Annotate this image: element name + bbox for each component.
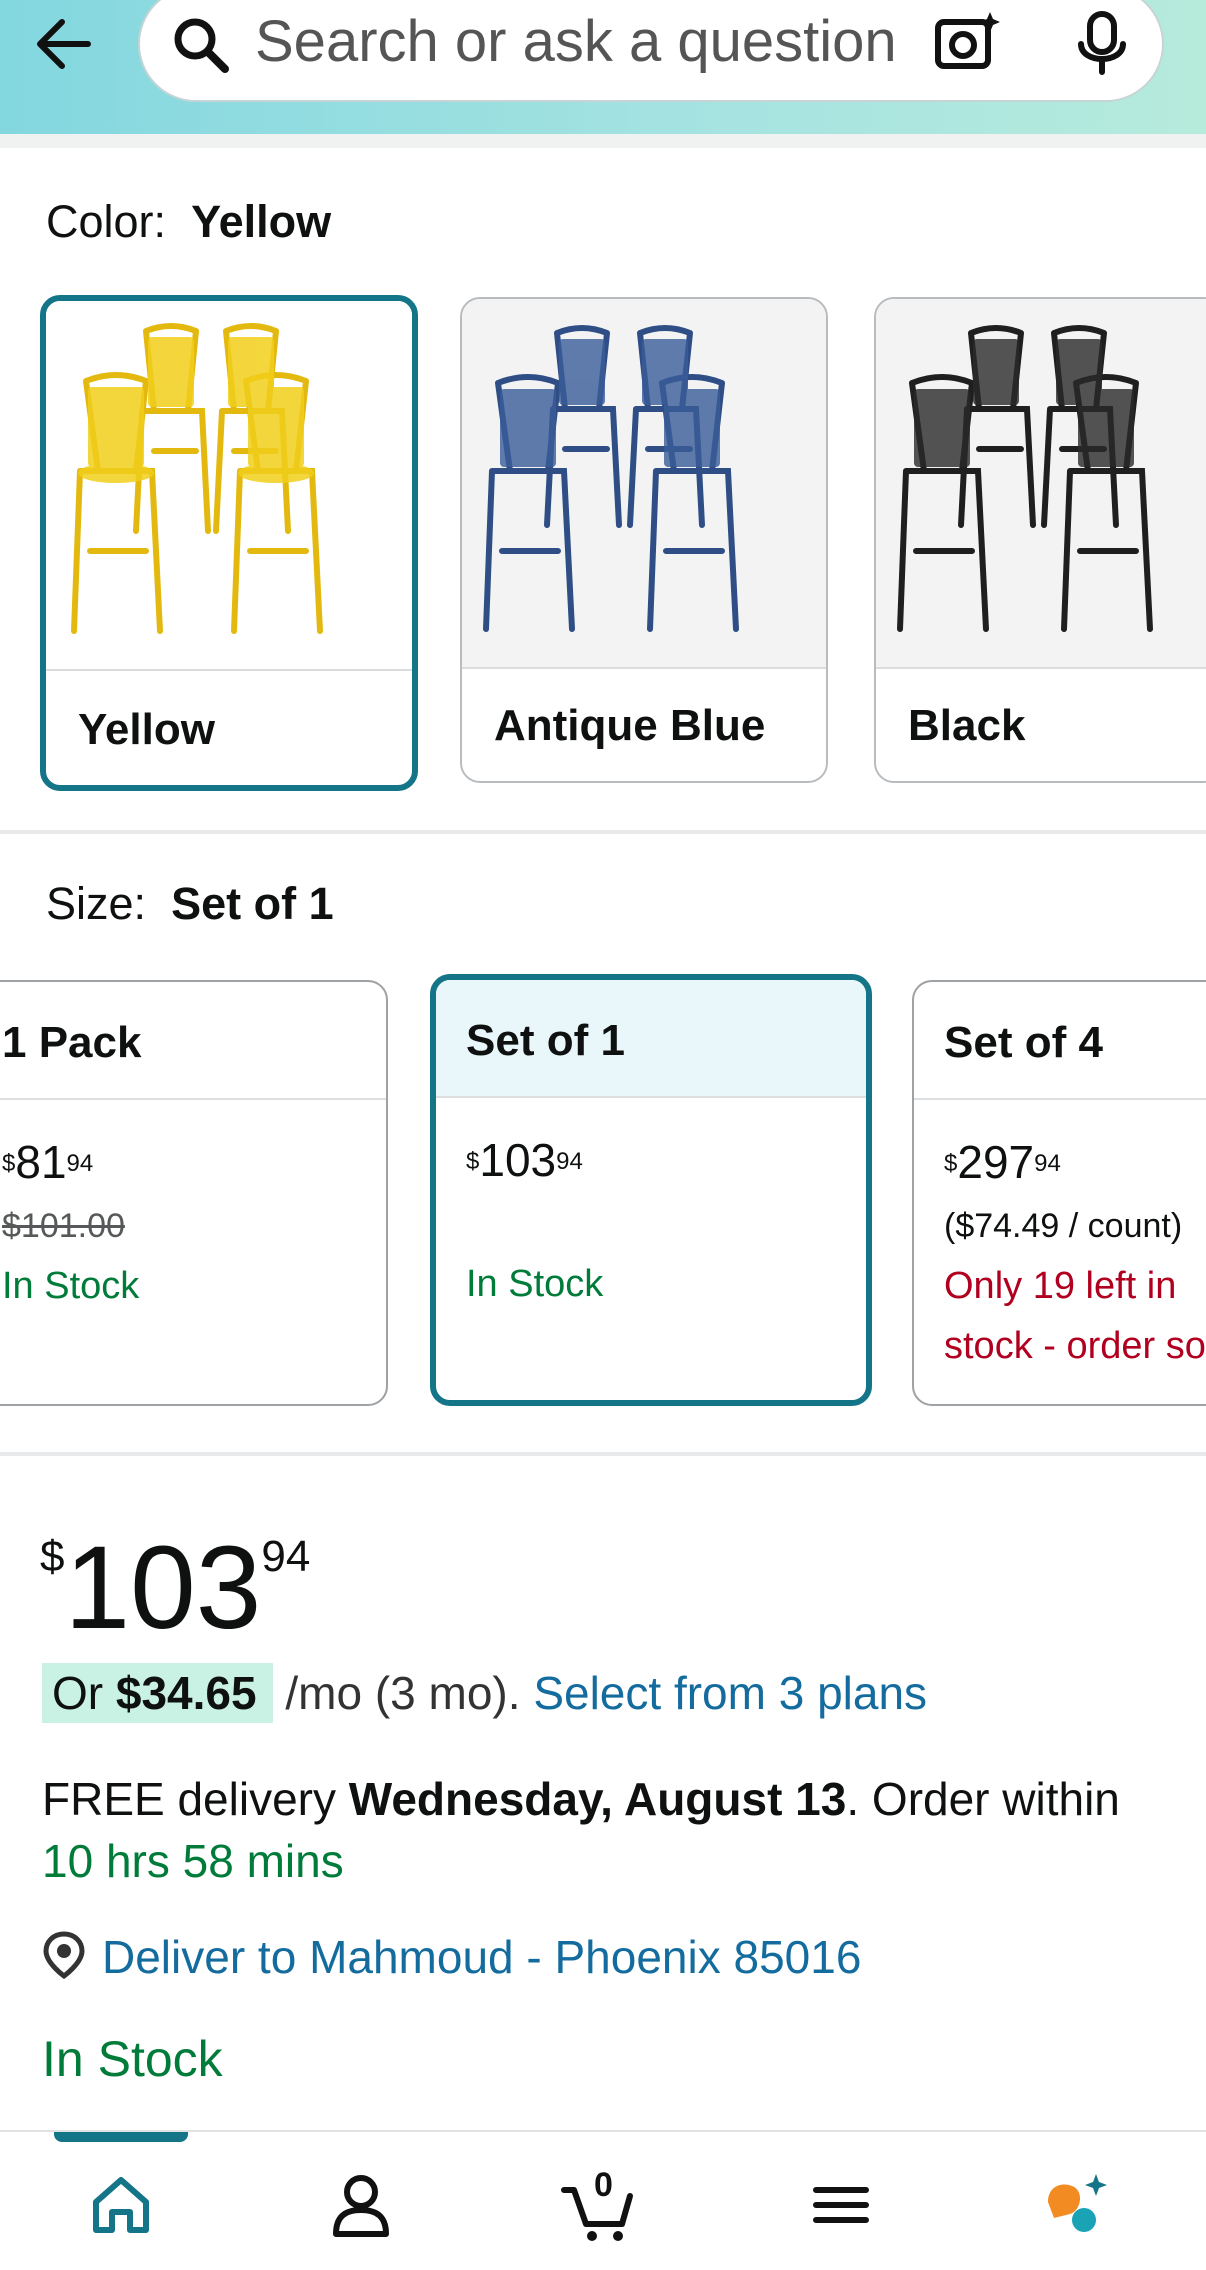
size-option-name: Set of 1	[436, 980, 866, 1098]
rufus-ai-icon[interactable]	[1036, 2160, 1126, 2250]
size-option-per-count: ($74.49 / count)	[944, 1207, 1183, 1245]
color-label-text: Color:	[46, 196, 167, 247]
antique-blue-chairs-image	[462, 299, 826, 669]
color-label: Color: Yellow	[46, 196, 331, 248]
select-plans-link[interactable]: Select from 3 plans	[533, 1667, 927, 1719]
black-chairs-image	[876, 299, 1206, 669]
size-option-price: $10394	[466, 1134, 583, 1186]
main-price: $10394	[40, 1520, 310, 1656]
delivery-order-within: . Order within	[846, 1773, 1120, 1825]
color-option-label: Black	[908, 701, 1026, 750]
delivery-date: Wednesday, August 13	[348, 1773, 847, 1825]
size-option-price: $8194	[2, 1136, 94, 1188]
color-selected-value: Yellow	[191, 196, 332, 247]
size-label-text: Size:	[46, 878, 147, 929]
location-pin-icon	[42, 1931, 86, 1990]
monthly-payment: Or $34.65 /mo (3 mo). Select from 3 plan…	[42, 1663, 927, 1723]
menu-icon[interactable]	[796, 2160, 886, 2250]
delivery-free: FREE delivery	[42, 1773, 336, 1825]
color-option-yellow[interactable]: Yellow	[40, 295, 418, 791]
size-option-set-of-1[interactable]: Set of 1 $10394 In Stock	[430, 974, 872, 1406]
size-option-stock: In Stock	[2, 1265, 140, 1307]
cart-count: 0	[594, 2166, 613, 2204]
monthly-highlight: Or $34.65	[42, 1663, 273, 1723]
color-option-black[interactable]: Black	[874, 297, 1206, 783]
search-bar[interactable]: Search or ask a question	[138, 0, 1164, 102]
size-option-stock-line-1: Only 19 left in	[944, 1265, 1177, 1307]
price-currency: $	[40, 1532, 65, 1581]
monthly-suffix: /mo (3 mo).	[285, 1667, 521, 1719]
color-option-label: Yellow	[78, 705, 215, 754]
camera-lens-icon[interactable]	[932, 8, 1002, 83]
price-whole: 103	[64, 1522, 262, 1654]
size-option-stock: In Stock	[466, 1263, 604, 1305]
back-arrow-icon[interactable]	[28, 8, 100, 80]
section-divider	[0, 830, 1206, 834]
yellow-chairs-image	[46, 301, 412, 671]
size-selected-value: Set of 1	[171, 878, 334, 929]
size-option-list-price: $101.00	[2, 1207, 125, 1245]
deliver-to-text: Deliver to Mahmoud - Phoenix 85016	[102, 1931, 862, 1983]
stock-status: In Stock	[42, 2031, 223, 2087]
search-icon	[170, 14, 232, 81]
price-cents: 94	[261, 1532, 311, 1581]
size-option-1-pack[interactable]: 1 Pack $8194 $101.00 In Stock	[0, 980, 388, 1406]
delivery-info: FREE delivery Wednesday, August 13. Orde…	[42, 1768, 1162, 1892]
size-option-price: $29794	[944, 1136, 1061, 1188]
section-divider	[0, 1452, 1206, 1456]
cart-icon[interactable]: 0	[556, 2160, 646, 2250]
size-option-name: 1 Pack	[0, 982, 386, 1100]
search-input[interactable]: Search or ask a question	[255, 8, 935, 75]
delivery-countdown: 10 hrs 58 mins	[42, 1835, 344, 1887]
color-option-label: Antique Blue	[494, 701, 766, 750]
deliver-to-link[interactable]: Deliver to Mahmoud - Phoenix 85016	[42, 1930, 861, 1990]
home-icon[interactable]	[76, 2160, 166, 2250]
user-icon[interactable]	[316, 2160, 406, 2250]
header-divider	[0, 134, 1206, 148]
nav-active-indicator	[54, 2132, 188, 2142]
size-option-set-of-4[interactable]: Set of 4 $29794 ($74.49 / count) Only 19…	[912, 980, 1206, 1406]
size-label: Size: Set of 1	[46, 878, 334, 930]
size-option-stock-line-2: stock - order soon.	[944, 1325, 1206, 1367]
size-option-name: Set of 4	[914, 982, 1206, 1100]
microphone-icon[interactable]	[1072, 8, 1132, 83]
color-option-antique-blue[interactable]: Antique Blue	[460, 297, 828, 783]
